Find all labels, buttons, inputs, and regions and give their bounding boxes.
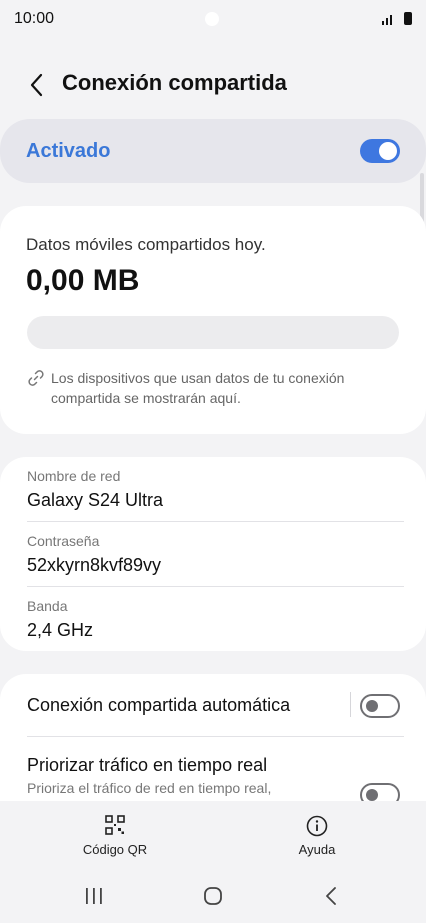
back-button[interactable] (22, 70, 52, 100)
auto-hotspot-toggle[interactable] (360, 694, 400, 718)
master-switch-toggle[interactable] (360, 139, 400, 163)
network-name-value: Galaxy S24 Ultra (27, 490, 164, 510)
page-title: Conexión compartida (62, 70, 287, 95)
usage-progress-bar (27, 316, 399, 349)
usage-value: 0,00 MB (26, 264, 140, 297)
prioritize-title: Priorizar tráfico en tiempo real (27, 755, 268, 775)
band-row[interactable] (0, 587, 426, 651)
signal-icon (382, 15, 392, 25)
help-label: Ayuda (298, 842, 336, 857)
recents-icon[interactable] (84, 887, 104, 905)
master-switch-label: Activado (26, 140, 111, 162)
usage-label: Datos móviles compartidos hoy. (26, 235, 266, 254)
camera-cutout (205, 12, 219, 26)
status-time: 10:00 (14, 10, 55, 27)
qr-code-icon (105, 815, 125, 835)
band-value: 2,4 GHz (27, 620, 94, 640)
qr-code-label: Código QR (82, 842, 148, 857)
usage-info-text: Los dispositivos que usan datos de tu co… (51, 370, 345, 406)
row-separator (350, 692, 351, 717)
band-label: Banda (27, 598, 68, 614)
password-label: Contraseña (27, 533, 100, 549)
back-nav-icon[interactable] (324, 886, 338, 906)
qr-code-button[interactable]: Código QR (60, 813, 170, 861)
link-icon (28, 370, 44, 386)
back-icon (30, 73, 43, 97)
battery-icon (404, 12, 412, 25)
home-icon[interactable] (203, 886, 223, 906)
auto-hotspot-title: Conexión compartida automática (27, 695, 291, 715)
password-value: 52xkyrn8kvf89vy (27, 555, 162, 575)
info-icon (306, 815, 328, 837)
prioritize-subtitle: Prioriza el tráfico de red en tiempo rea… (27, 780, 272, 796)
help-button[interactable]: Ayuda (272, 813, 362, 861)
network-name-label: Nombre de red (27, 468, 121, 484)
